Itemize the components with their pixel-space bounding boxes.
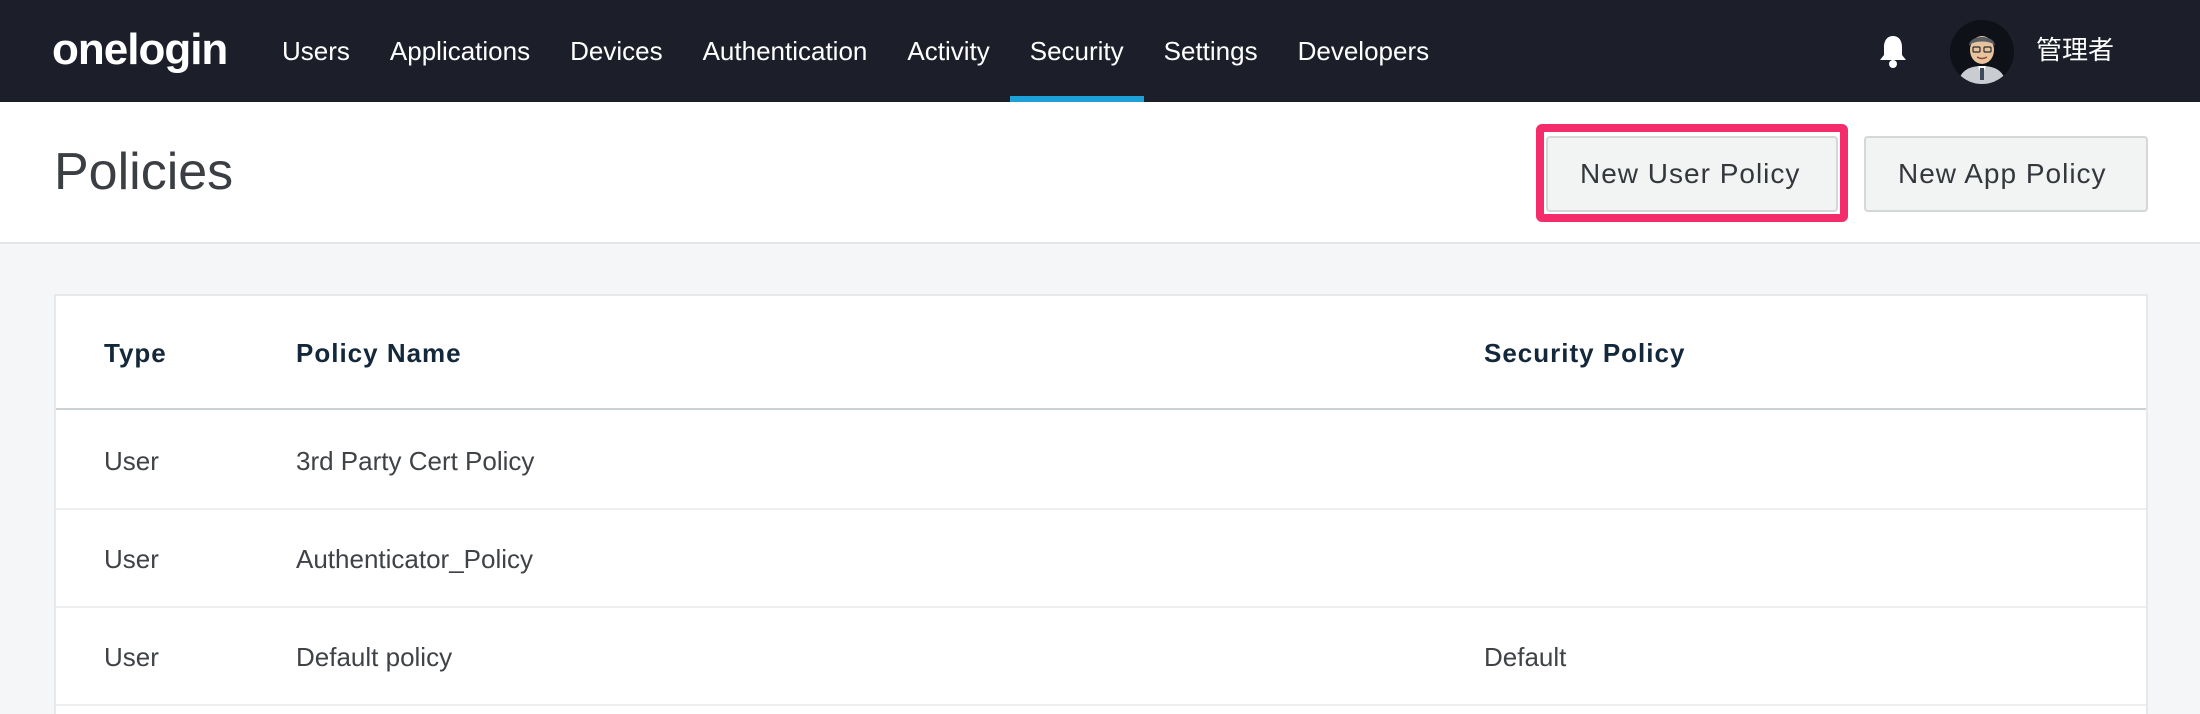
cell-security-policy: Default: [1484, 642, 1567, 672]
new-app-policy-button[interactable]: New App Policy: [1864, 136, 2148, 212]
avatar[interactable]: [1950, 20, 2014, 84]
nav-item-authentication[interactable]: Authentication: [683, 0, 888, 102]
table-header: Type Policy Name Security Policy: [56, 296, 2146, 410]
cell-policy-name[interactable]: 3rd Party Cert Policy: [296, 412, 534, 510]
column-header-security-policy[interactable]: Security Policy: [1484, 296, 1685, 410]
cell-type: User: [104, 544, 159, 574]
onelogin-logo[interactable]: onelogin: [52, 20, 228, 80]
nav-item-settings[interactable]: Settings: [1144, 0, 1278, 102]
table-row[interactable]: User Authenticator_Policy: [56, 510, 2146, 608]
nav-item-developers[interactable]: Developers: [1278, 0, 1450, 102]
user-name[interactable]: 管理者: [2036, 28, 2114, 72]
cell-policy-name[interactable]: Authenticator_Policy: [296, 510, 533, 608]
bell-icon[interactable]: [1878, 34, 1908, 68]
cell-policy-name[interactable]: Default policy: [296, 608, 452, 706]
cell-type: User: [104, 642, 159, 672]
nav-item-applications[interactable]: Applications: [370, 0, 550, 102]
main-nav: Users Applications Devices Authenticatio…: [262, 0, 1449, 102]
column-header-type[interactable]: Type: [104, 296, 167, 410]
nav-item-activity[interactable]: Activity: [887, 0, 1009, 102]
table-row[interactable]: User 3rd Party Cert Policy: [56, 412, 2146, 510]
policies-table: Type Policy Name Security Policy User 3r…: [54, 294, 2148, 714]
top-navigation-bar: onelogin Users Applications Devices Auth…: [0, 0, 2200, 102]
column-header-policy-name[interactable]: Policy Name: [296, 296, 462, 410]
nav-item-devices[interactable]: Devices: [550, 0, 682, 102]
table-row[interactable]: User Default policy Default: [56, 608, 2146, 706]
nav-item-users[interactable]: Users: [262, 0, 370, 102]
nav-item-security[interactable]: Security: [1009, 0, 1144, 102]
page-header: Policies New User Policy New App Policy: [0, 102, 2200, 244]
new-user-policy-button[interactable]: New User Policy: [1546, 136, 1838, 212]
cell-type: User: [104, 446, 159, 476]
page-title: Policies: [54, 143, 234, 201]
